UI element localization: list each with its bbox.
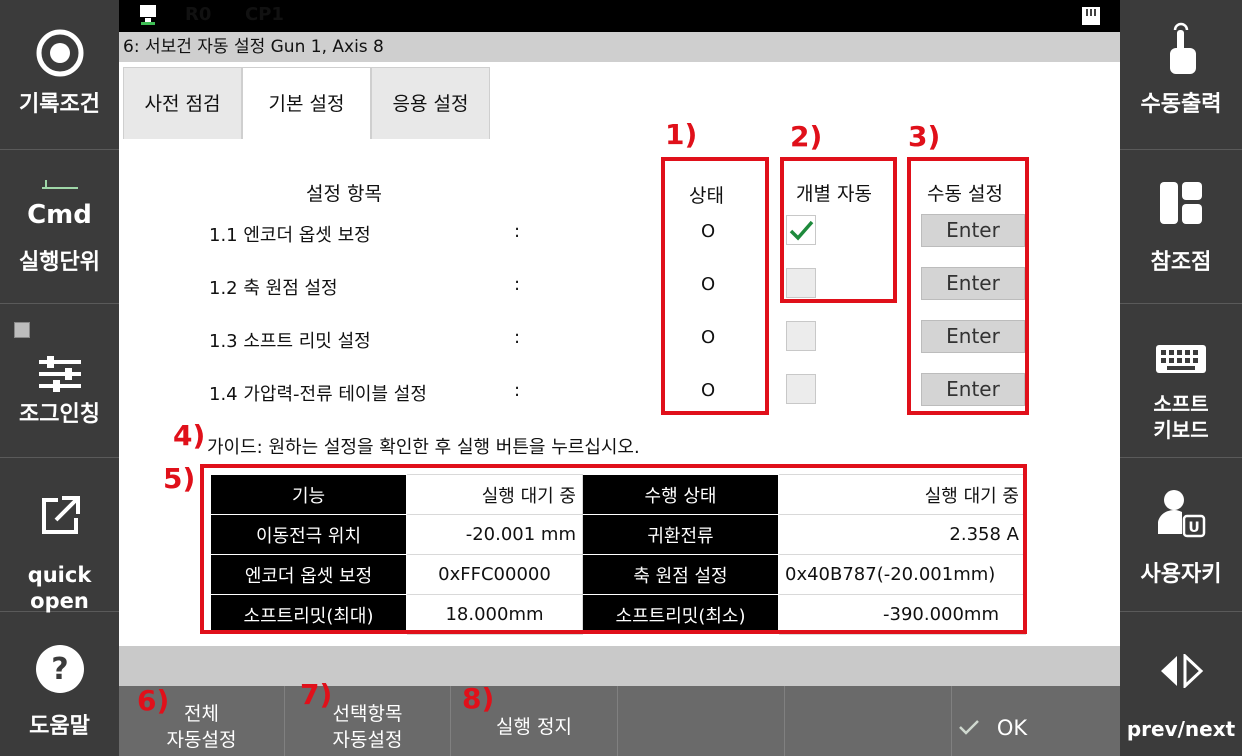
guide-text: 가이드: 원하는 설정을 확인한 후 실행 버튼을 누르십시오. bbox=[207, 437, 640, 458]
annotation-label-7: 7) bbox=[300, 678, 333, 711]
main-content: 사전 점검 기본 설정 응용 설정 설정 항목 상태 개별 자동 수동 설정 1… bbox=[119, 62, 1120, 646]
jog-indicator bbox=[14, 322, 30, 338]
annotation-box-status bbox=[661, 157, 769, 415]
svg-text:U: U bbox=[1188, 520, 1199, 536]
auto-checkbox-3[interactable] bbox=[786, 321, 816, 351]
annotation-label-1: 1) bbox=[665, 118, 698, 151]
teach-pendant-screen: 기록조건 Cmd 실행단위 조그인칭 quick open ? 도움말 수동출력… bbox=[0, 0, 1242, 756]
layout-icon bbox=[1160, 182, 1202, 224]
row-separator: : bbox=[514, 274, 521, 295]
empty-function-button[interactable] bbox=[618, 686, 785, 756]
soft-keyboard-button[interactable]: 소프트 키보드 bbox=[1120, 304, 1242, 458]
step-marker-icon bbox=[42, 180, 78, 189]
reference-point-button[interactable]: 참조점 bbox=[1120, 150, 1242, 304]
annotation-box-table bbox=[200, 464, 1027, 634]
keyboard-icon bbox=[1156, 345, 1206, 373]
pendant-icon bbox=[140, 5, 156, 25]
ok-button[interactable]: OK bbox=[952, 686, 1120, 756]
row-item-label: 1.1 엔코더 옵셋 보정 bbox=[209, 225, 371, 246]
annotation-label-3: 3) bbox=[908, 120, 941, 153]
prev-next-icon bbox=[1161, 654, 1204, 688]
auto-checkbox-4[interactable] bbox=[786, 374, 816, 404]
quick-open-label: quick open bbox=[27, 563, 92, 613]
jog-inching-label: 조그인칭 bbox=[19, 402, 100, 427]
manual-output-label: 수동출력 bbox=[1140, 92, 1222, 117]
annotation-label-5: 5) bbox=[163, 462, 196, 495]
exec-unit-label: 실행단위 bbox=[19, 250, 100, 275]
status-bar: R0 CP1 bbox=[119, 0, 1120, 32]
annotation-label-4: 4) bbox=[173, 419, 206, 452]
row-separator: : bbox=[514, 221, 521, 242]
tab-precheck[interactable]: 사전 점검 bbox=[123, 67, 242, 139]
quick-open-button[interactable]: quick open bbox=[0, 458, 119, 613]
tab-basic-settings[interactable]: 기본 설정 bbox=[242, 67, 371, 139]
row-separator: : bbox=[514, 327, 521, 348]
message-band bbox=[119, 646, 1120, 686]
svg-text:?: ? bbox=[51, 652, 68, 687]
cmd-icon: Cmd bbox=[27, 200, 92, 230]
left-panel: 기록조건 Cmd 실행단위 조그인칭 quick open ? 도움말 bbox=[0, 0, 119, 756]
annotation-label-8: 8) bbox=[462, 682, 495, 715]
soft-keyboard-label-2: 키보드 bbox=[1153, 418, 1209, 442]
record-condition-button[interactable]: 기록조건 bbox=[0, 0, 119, 150]
prev-next-label: prev/next bbox=[1126, 717, 1236, 741]
row-item-label: 1.3 소프트 리밋 설정 bbox=[209, 331, 371, 352]
help-label: 도움말 bbox=[29, 714, 90, 739]
tab-applied-settings[interactable]: 응용 설정 bbox=[371, 67, 490, 139]
bottom-function-bar: 전체 자동설정 선택항목 자동설정 실행 정지 OK 6) 7) 8) bbox=[119, 678, 1120, 756]
record-condition-label: 기록조건 bbox=[19, 92, 100, 117]
empty-function-button[interactable] bbox=[785, 686, 952, 756]
row-item-label: 1.2 축 원점 설정 bbox=[209, 278, 338, 299]
manual-output-button[interactable]: 수동출력 bbox=[1120, 0, 1242, 150]
annotation-box-manual bbox=[907, 157, 1029, 415]
header-setting-item: 설정 항목 bbox=[306, 183, 382, 205]
jog-inching-button[interactable]: 조그인칭 bbox=[0, 304, 119, 458]
prev-next-button[interactable]: prev/next bbox=[1120, 612, 1242, 756]
button-line-2: 자동설정 bbox=[332, 729, 403, 751]
button-line-2: 자동설정 bbox=[166, 729, 237, 751]
program-name: CP1 bbox=[245, 4, 284, 25]
touch-hand-icon bbox=[1170, 22, 1196, 74]
window-title: 6: 서보건 자동 설정 Gun 1, Axis 8 bbox=[119, 32, 1120, 62]
annotation-label-2: 2) bbox=[790, 120, 823, 153]
help-button[interactable]: ? 도움말 bbox=[0, 612, 119, 756]
soft-keyboard-label-1: 소프트 bbox=[1153, 392, 1209, 416]
robot-number: R0 bbox=[185, 4, 212, 25]
annotation-label-6: 6) bbox=[137, 684, 170, 717]
open-external-icon bbox=[41, 496, 80, 534]
right-panel: 수동출력 참조점 소프트 키보드 U 사용자키 prev/next bbox=[1120, 0, 1242, 756]
row-separator: : bbox=[514, 380, 521, 401]
reference-point-label: 참조점 bbox=[1150, 250, 1212, 275]
target-icon bbox=[36, 29, 83, 77]
user-key-label: 사용자키 bbox=[1140, 562, 1222, 587]
exec-unit-button[interactable]: Cmd 실행단위 bbox=[0, 150, 119, 304]
sliders-icon bbox=[38, 356, 81, 392]
annotation-box-auto bbox=[780, 157, 897, 303]
row-item-label: 1.4 가압력-전류 테이블 설정 bbox=[209, 384, 427, 405]
user-key-icon: U bbox=[1158, 490, 1206, 538]
ok-label: OK bbox=[996, 716, 1028, 740]
user-key-button[interactable]: U 사용자키 bbox=[1120, 458, 1242, 612]
help-icon: ? bbox=[35, 645, 84, 693]
memory-card-icon bbox=[1082, 7, 1100, 25]
button-line-1: 실행 정지 bbox=[496, 716, 572, 738]
